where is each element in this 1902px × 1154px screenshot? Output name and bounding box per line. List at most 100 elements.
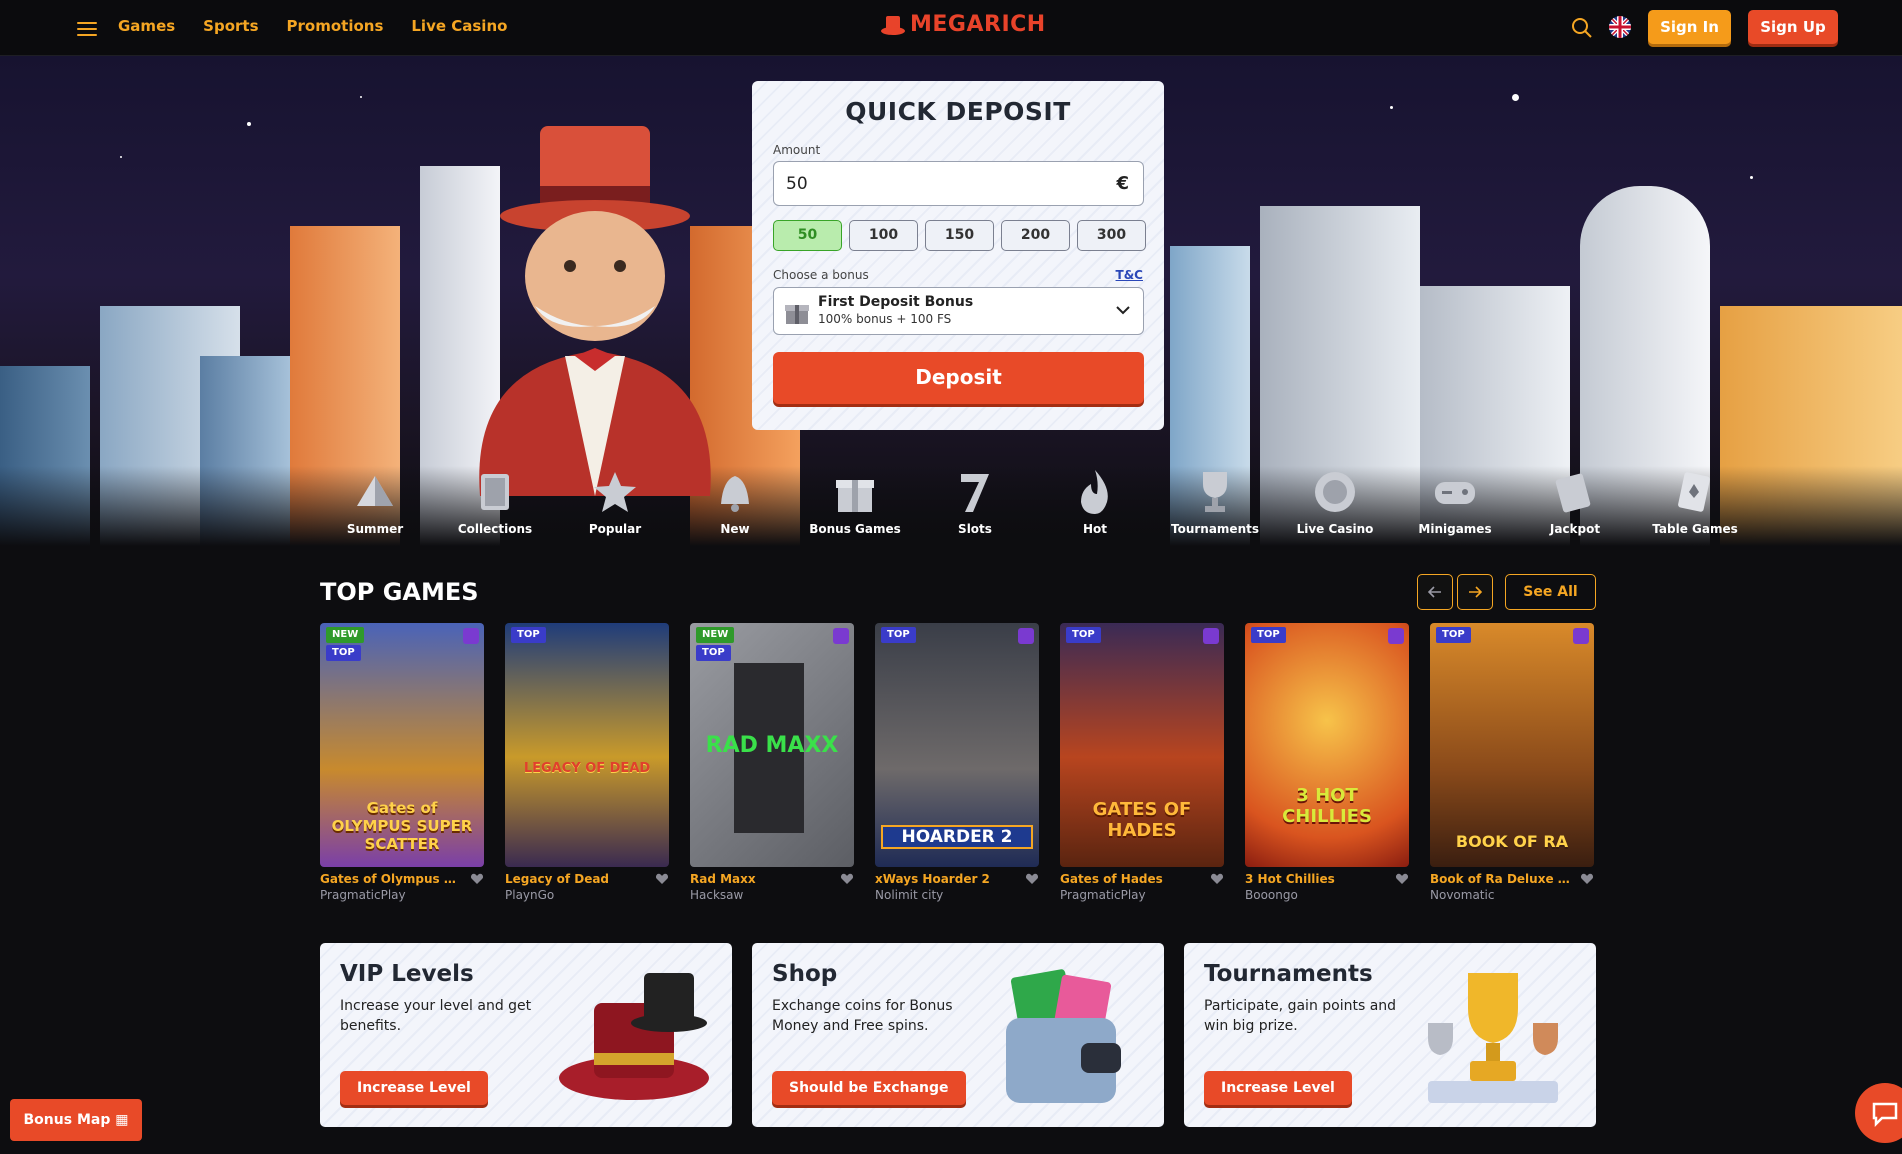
- arrow-right-icon: [1469, 586, 1483, 598]
- game-card[interactable]: GATES OF HADES TOP Gates of Hades Pragma…: [1060, 623, 1224, 902]
- heart-icon[interactable]: [840, 872, 854, 886]
- carousel-next-button[interactable]: [1457, 574, 1493, 610]
- game-name[interactable]: Legacy of Dead: [505, 872, 645, 886]
- new-badge: NEW: [326, 627, 365, 643]
- jackpot-icon: [1555, 473, 1591, 513]
- amount-chip-50[interactable]: 50: [773, 220, 842, 251]
- game-thumbnail[interactable]: Gates of OLYMPUS SUPER SCATTER NEW TOP: [320, 623, 484, 867]
- game-thumbnail[interactable]: BOOK OF RA TOP: [1430, 623, 1594, 867]
- crown-icon: [1203, 628, 1219, 644]
- game-thumbnail[interactable]: 3 HOT CHILLIES TOP: [1245, 623, 1409, 867]
- game-provider: PragmaticPlay: [1060, 888, 1146, 902]
- game-thumbnail[interactable]: RAD MAXX NEW TOP: [690, 623, 854, 867]
- bonus-map-button[interactable]: Bonus Map ▦: [10, 1099, 142, 1141]
- game-provider: Novomatic: [1430, 888, 1495, 902]
- top-badge: TOP: [1436, 627, 1471, 643]
- game-card[interactable]: LEGACY OF DEAD TOP Legacy of Dead PlaynG…: [505, 623, 669, 902]
- live-chat-button[interactable]: [1855, 1083, 1902, 1143]
- promo-description: Participate, gain points and win big pri…: [1204, 998, 1397, 1034]
- category-new[interactable]: New: [675, 466, 795, 536]
- deposit-button[interactable]: Deposit: [773, 352, 1144, 404]
- game-artwork: [1245, 623, 1409, 867]
- category-hot[interactable]: Hot: [1035, 466, 1155, 536]
- amount-input[interactable]: 50 €: [773, 161, 1144, 206]
- game-name[interactable]: Gates of Olympus Su...: [320, 872, 460, 886]
- nav-live-casino[interactable]: Live Casino: [411, 17, 507, 35]
- game-card[interactable]: HOARDER 2 TOP xWays Hoarder 2 Nolimit ci…: [875, 623, 1039, 902]
- category-live-casino[interactable]: Live Casino: [1275, 466, 1395, 536]
- category-table-games[interactable]: Table Games: [1635, 466, 1755, 536]
- heart-icon[interactable]: [1580, 872, 1594, 886]
- nav-promotions[interactable]: Promotions: [287, 17, 384, 35]
- amount-chip-150[interactable]: 150: [925, 220, 994, 251]
- game-thumbnail[interactable]: HOARDER 2 TOP: [875, 623, 1039, 867]
- logo[interactable]: MEGARICH: [880, 12, 1046, 37]
- category-slots[interactable]: Slots: [915, 466, 1035, 536]
- top-navbar: Games Sports Promotions Live Casino MEGA…: [0, 0, 1902, 56]
- carousel-prev-button[interactable]: [1417, 574, 1453, 610]
- nav-games[interactable]: Games: [118, 17, 175, 35]
- category-collections[interactable]: Collections: [435, 466, 555, 536]
- amount-chips: 50 100 150 200 300: [773, 220, 1146, 251]
- increase-level-button[interactable]: Increase Level: [340, 1071, 488, 1105]
- category-tournaments[interactable]: Tournaments: [1155, 466, 1275, 536]
- top-badge: TOP: [326, 645, 361, 661]
- chat-bubble-icon: [1872, 1102, 1898, 1128]
- amount-chip-200[interactable]: 200: [1001, 220, 1070, 251]
- bonus-name: First Deposit Bonus: [818, 294, 974, 310]
- category-popular[interactable]: Popular: [555, 466, 675, 536]
- hamburger-menu-icon[interactable]: [77, 18, 97, 36]
- sign-in-button[interactable]: Sign In: [1648, 10, 1731, 44]
- top-badge: TOP: [1251, 627, 1286, 643]
- game-card[interactable]: Gates of OLYMPUS SUPER SCATTER NEW TOP G…: [320, 623, 484, 902]
- crown-icon: [833, 628, 849, 644]
- star-decoration: [247, 122, 251, 126]
- increase-level-button[interactable]: Increase Level: [1204, 1071, 1352, 1105]
- bonus-description: 100% bonus + 100 FS: [818, 312, 952, 326]
- game-provider: Booongo: [1245, 888, 1298, 902]
- game-name[interactable]: Book of Ra Deluxe Bu...: [1430, 872, 1570, 886]
- heart-icon[interactable]: [1025, 872, 1039, 886]
- heart-icon[interactable]: [1210, 872, 1224, 886]
- category-jackpot[interactable]: Jackpot: [1515, 466, 1635, 536]
- heart-icon[interactable]: [655, 872, 669, 886]
- terms-link[interactable]: T&C: [1116, 268, 1143, 282]
- amount-chip-100[interactable]: 100: [849, 220, 918, 251]
- game-name[interactable]: Rad Maxx: [690, 872, 830, 886]
- heart-icon[interactable]: [470, 872, 484, 886]
- promo-description: Increase your level and get benefits.: [340, 998, 532, 1034]
- game-logo-text: RAD MAXX: [705, 733, 839, 758]
- game-name[interactable]: xWays Hoarder 2: [875, 872, 1015, 886]
- game-card[interactable]: BOOK OF RA TOP Book of Ra Deluxe Bu... N…: [1430, 623, 1594, 902]
- game-thumbnail[interactable]: GATES OF HADES TOP: [1060, 623, 1224, 867]
- game-artwork: [505, 623, 669, 867]
- amount-label: Amount: [773, 143, 821, 157]
- category-bonus-games[interactable]: Bonus Games: [795, 466, 915, 536]
- top-hat-illustration: [559, 973, 709, 1100]
- category-bar: Summer Collections Popular New Bonus Gam…: [315, 466, 1755, 536]
- mascot-illustration: [479, 126, 711, 496]
- exchange-button[interactable]: Should be Exchange: [772, 1071, 966, 1105]
- bonus-select[interactable]: First Deposit Bonus 100% bonus + 100 FS: [773, 287, 1144, 335]
- chip-icon: [1315, 472, 1355, 512]
- sign-up-button[interactable]: Sign Up: [1748, 10, 1838, 44]
- game-thumbnail[interactable]: LEGACY OF DEAD TOP: [505, 623, 669, 867]
- game-card[interactable]: RAD MAXX NEW TOP Rad Maxx Hacksaw: [690, 623, 854, 902]
- uk-flag-icon[interactable]: [1609, 16, 1631, 38]
- nav-sports[interactable]: Sports: [203, 17, 258, 35]
- gift-icon: [836, 480, 874, 512]
- search-icon[interactable]: [1571, 17, 1593, 39]
- amount-chip-300[interactable]: 300: [1077, 220, 1146, 251]
- category-summer[interactable]: Summer: [315, 466, 435, 536]
- game-card[interactable]: 3 HOT CHILLIES TOP 3 Hot Chillies Booong…: [1245, 623, 1409, 902]
- promo-vip-levels: VIP Levels Increase your level and get b…: [320, 943, 732, 1127]
- quick-deposit-title: QUICK DEPOSIT: [845, 97, 1071, 126]
- trophy-icon: [1203, 472, 1227, 512]
- game-name[interactable]: Gates of Hades: [1060, 872, 1200, 886]
- see-all-button[interactable]: See All: [1505, 574, 1596, 610]
- top-badge: TOP: [511, 627, 546, 643]
- game-name[interactable]: 3 Hot Chillies: [1245, 872, 1385, 886]
- heart-icon[interactable]: [1395, 872, 1409, 886]
- category-minigames[interactable]: Minigames: [1395, 466, 1515, 536]
- star-decoration: [1390, 106, 1393, 109]
